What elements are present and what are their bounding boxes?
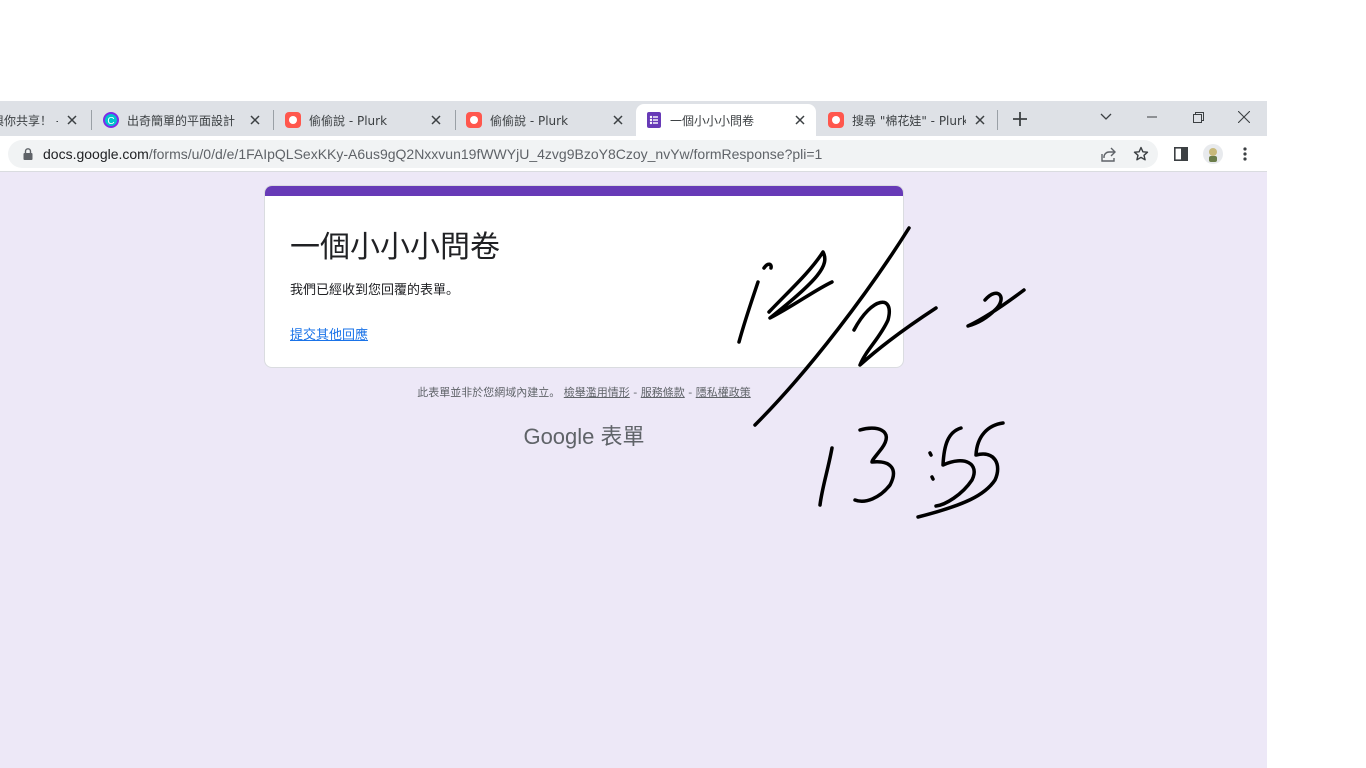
handwritten-time-stroke xyxy=(934,426,976,508)
handwritten-time-stroke xyxy=(916,421,1005,519)
handwritten-annotation xyxy=(737,226,1026,519)
handwritten-date-stroke xyxy=(966,288,1026,328)
handwritten-date-stroke xyxy=(762,250,834,320)
handwritten-date-stroke xyxy=(737,280,760,344)
handwritten-date-stroke xyxy=(852,300,938,367)
handwritten-time-stroke xyxy=(818,446,834,507)
handwritten-time-stroke xyxy=(928,451,935,481)
handwritten-time-stroke xyxy=(853,426,896,503)
